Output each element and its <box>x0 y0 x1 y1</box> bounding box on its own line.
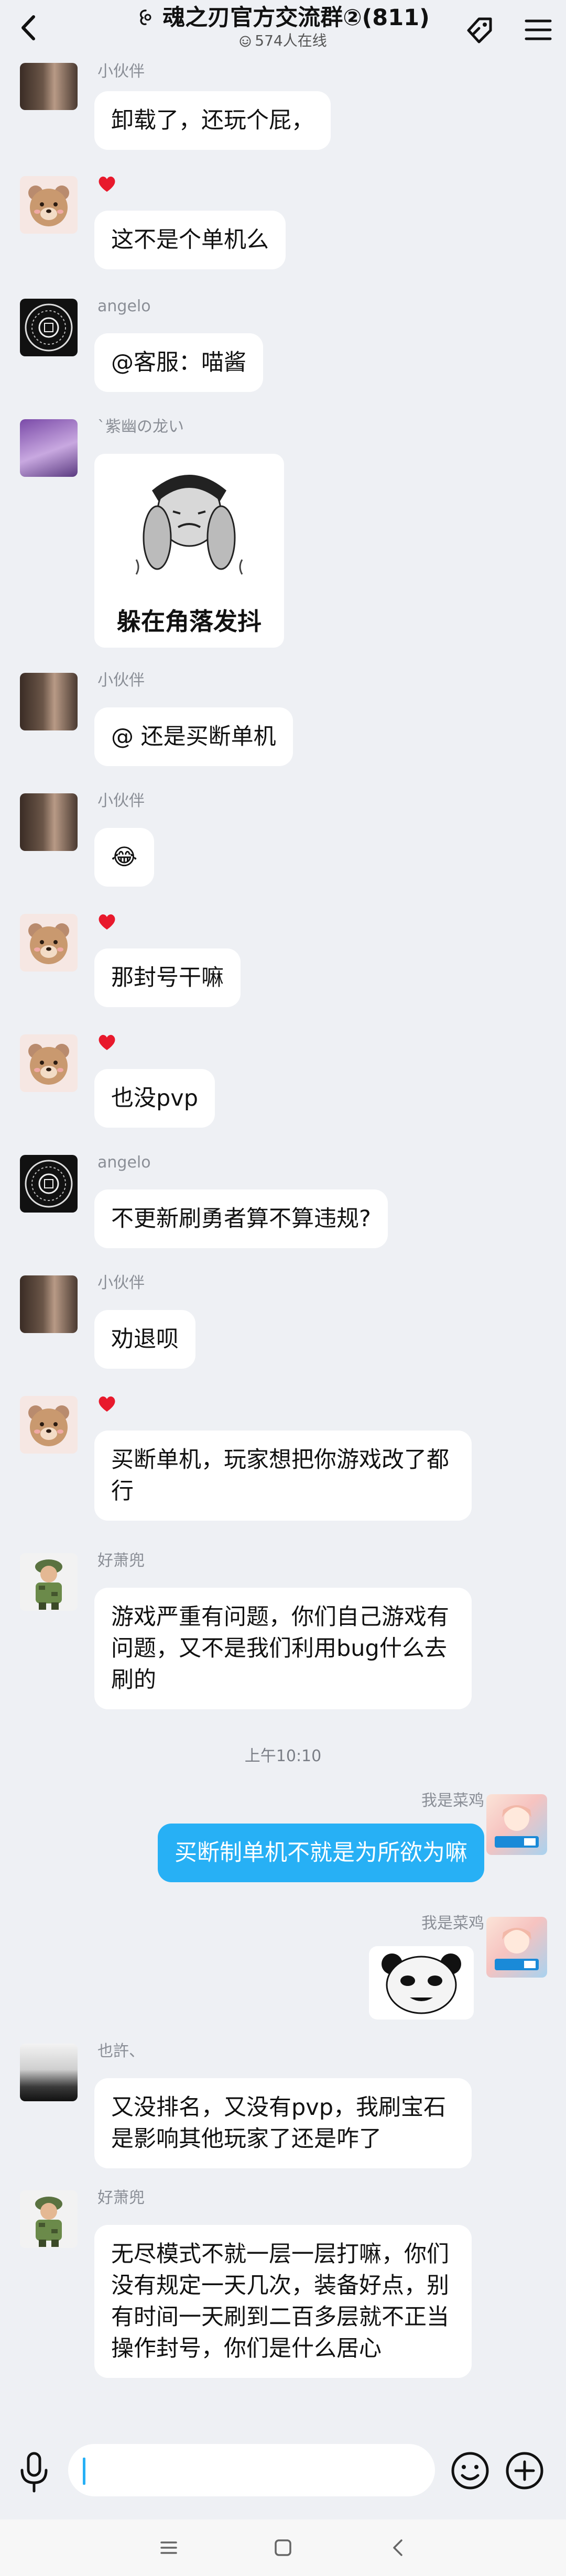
sender-name: 我是菜鸡 <box>421 1914 484 1933</box>
nav-menu-icon[interactable] <box>157 2536 180 2559</box>
avatar-yexu[interactable] <box>20 2044 78 2101</box>
sticker-image[interactable]: 躲在角落发抖 <box>94 454 284 648</box>
rune-circle-icon <box>25 1160 73 1208</box>
bear-icon <box>28 1044 69 1085</box>
message-bubble[interactable]: 那封号干嘛 <box>94 948 241 1007</box>
message-bubble[interactable]: 也没pvp <box>94 1069 215 1128</box>
menu-icon[interactable] <box>520 12 557 48</box>
soldier-icon <box>35 2197 62 2247</box>
message-bubble[interactable]: 😂 <box>94 828 155 887</box>
sender-name: 好萧兜 <box>97 2189 145 2207</box>
meme-face-sticker <box>135 475 243 575</box>
sender-name: angelo <box>97 1153 151 1172</box>
bear-icon <box>28 923 69 964</box>
tag-icon[interactable] <box>461 12 498 48</box>
avatar-bear[interactable] <box>20 1396 78 1454</box>
avatar-bear[interactable] <box>20 176 78 234</box>
avatar-self[interactable] <box>486 1794 547 1855</box>
message-bubble[interactable]: 无尽模式不就一层一层打嘛，你们没有规定一天几次，装备好点，别有时间一天刷到二百多… <box>94 2225 472 2378</box>
message-bubble[interactable]: 劝退呗 <box>94 1310 195 1369</box>
message-bubble-self[interactable]: 买断制单机不就是为所欲为嘛 <box>158 1824 484 1882</box>
plus-icon[interactable] <box>504 2450 545 2491</box>
anime-avatar-icon <box>495 1928 539 1970</box>
avatar-ziyou[interactable] <box>20 419 78 477</box>
avatar-xiaohuoban[interactable] <box>20 63 78 110</box>
group-icon <box>140 9 151 25</box>
chat-header: 魂之刃官方交流群②(811) 574人在线 <box>0 0 566 58</box>
avatar-xiaohuoban[interactable] <box>20 1275 78 1333</box>
input-bar <box>0 2425 566 2519</box>
avatar-self[interactable] <box>486 1917 547 1978</box>
emoji-icon[interactable] <box>450 2450 491 2491</box>
message-bubble[interactable]: 不更新刷勇者算不算违规? <box>94 1189 388 1248</box>
avatar-angelo[interactable] <box>20 1155 78 1213</box>
message-bubble[interactable]: 又没排名，又没有pvp，我刷宝石是影响其他玩家了还是咋了 <box>94 2078 472 2168</box>
time-divider: 上午10:10 <box>244 1747 322 1765</box>
avatar-xiaohuoban[interactable] <box>20 793 78 851</box>
message-bubble[interactable]: 卸载了，还玩个屁， <box>94 91 331 150</box>
heart-icon <box>99 176 115 192</box>
sender-name: 小伙伴 <box>97 671 145 690</box>
sticker-caption: 躲在角落发抖 <box>117 607 262 636</box>
panda-sticker[interactable] <box>369 1946 474 2020</box>
message-bubble[interactable]: @客服：喵酱 <box>94 333 263 392</box>
system-nav-bar <box>0 2519 566 2576</box>
heart-icon <box>99 914 115 930</box>
sender-name: 小伙伴 <box>97 792 145 810</box>
heart-icon <box>99 1396 115 1412</box>
sender-name: 我是菜鸡 <box>421 1792 484 1810</box>
message-input[interactable] <box>68 2444 435 2496</box>
online-count-text: 574人在线 <box>255 32 327 49</box>
avatar-angelo[interactable] <box>20 299 78 356</box>
group-title-text: 魂之刃官方交流群②(811) <box>162 5 430 31</box>
message-bubble[interactable]: 买断单机，玩家想把你游戏改了都行 <box>94 1431 472 1521</box>
sender-name: `紫幽の龙い <box>97 418 184 436</box>
mic-icon[interactable] <box>16 2451 52 2493</box>
soldier-icon <box>35 1559 62 1610</box>
sender-name: 也許、 <box>97 2042 145 2060</box>
avatar-soldier[interactable] <box>20 1553 78 1611</box>
nav-back-icon[interactable] <box>387 2536 410 2559</box>
online-icon <box>240 36 251 47</box>
bear-icon <box>28 1405 69 1446</box>
sender-name: 小伙伴 <box>97 1274 145 1292</box>
avatar-xiaohuoban[interactable] <box>20 673 78 730</box>
avatar-soldier[interactable] <box>20 2190 78 2248</box>
heart-icon <box>99 1034 115 1050</box>
anime-avatar-icon <box>495 1805 539 1848</box>
avatar-bear[interactable] <box>20 1034 78 1092</box>
message-bubble[interactable]: 游戏严重有问题，你们自己游戏有问题，又不是我们利用bug什么去刷的 <box>94 1588 472 1709</box>
message-bubble[interactable]: 这不是个单机么 <box>94 211 286 269</box>
nav-home-icon[interactable] <box>271 2536 295 2559</box>
avatar-bear[interactable] <box>20 914 78 972</box>
message-bubble[interactable]: @ 还是买断单机 <box>94 707 293 766</box>
bear-icon <box>28 185 69 226</box>
sender-name: 好萧兜 <box>97 1552 145 1570</box>
sender-name: angelo <box>97 297 151 315</box>
text-caret <box>83 2458 85 2485</box>
sender-name: 小伙伴 <box>97 62 145 81</box>
rune-circle-icon <box>25 303 73 352</box>
